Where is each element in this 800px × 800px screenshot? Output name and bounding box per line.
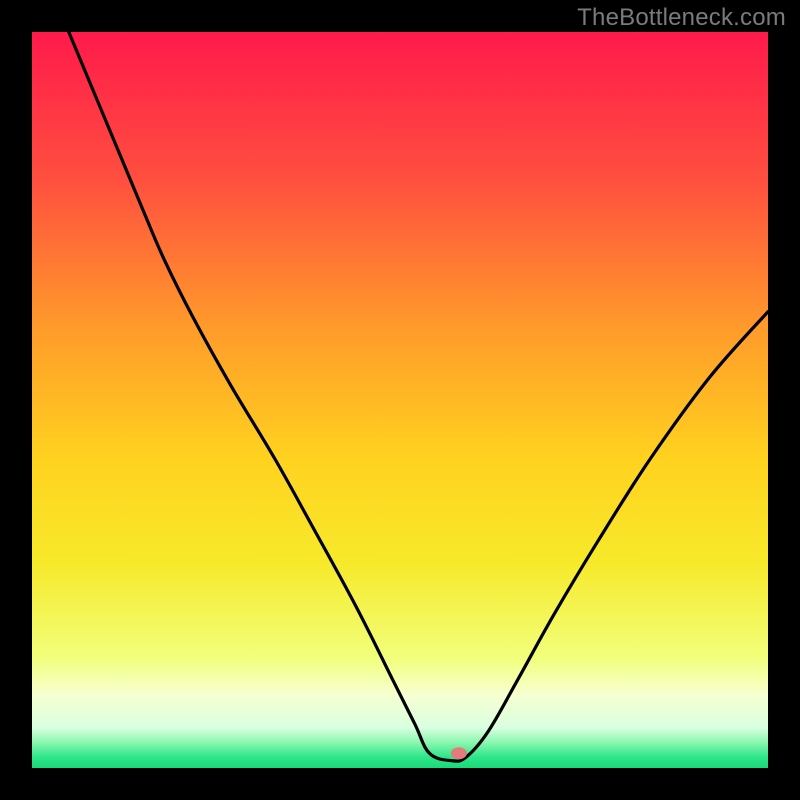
plot-background bbox=[32, 32, 768, 768]
chart-frame: TheBottleneck.com bbox=[0, 0, 800, 800]
watermark-text: TheBottleneck.com bbox=[577, 4, 786, 32]
selection-marker bbox=[451, 747, 467, 759]
bottleneck-chart bbox=[0, 0, 800, 800]
